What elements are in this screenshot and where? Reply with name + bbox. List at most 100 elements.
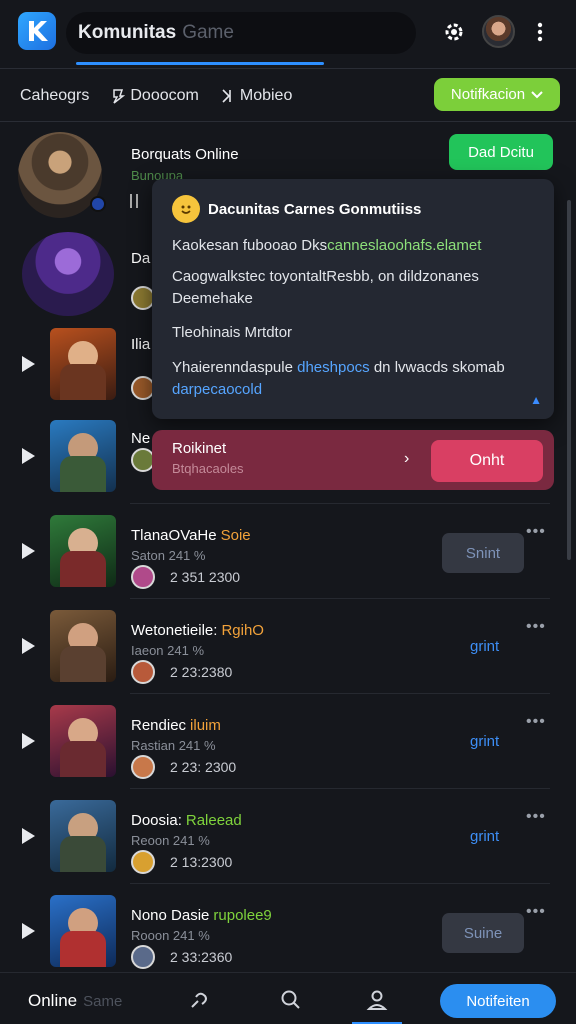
banner-subtitle: Btqhacaoles — [172, 461, 244, 476]
profile-icon[interactable] — [364, 987, 390, 1013]
game-thumbnail[interactable] — [50, 610, 116, 682]
play-icon[interactable] — [22, 828, 35, 844]
chevron-right-icon[interactable]: › — [404, 450, 409, 468]
popover-header: Dacunitas Carnes Gonmutiiss — [172, 195, 421, 223]
row-join-link[interactable]: grint — [470, 638, 499, 655]
play-icon[interactable] — [22, 733, 35, 749]
banner-confirm-button[interactable]: Onht — [431, 440, 543, 482]
row-mini-avatar — [131, 755, 155, 779]
pause-icon[interactable] — [130, 194, 138, 208]
search-icon[interactable] — [278, 987, 304, 1013]
row-title-text: Nono Dasie — [131, 907, 210, 924]
row-stat: 2 13:2300 — [170, 854, 233, 870]
popover-line-4-link[interactable]: dheshpocs — [297, 359, 370, 376]
row-title-accent: Raleead — [185, 812, 242, 829]
row-subtitle: Reoon 241 % — [131, 833, 210, 848]
game-thumbnail[interactable] — [50, 515, 116, 587]
action-banner: Roikinet Btqhacaoles › Onht — [152, 430, 554, 490]
row-mini-avatar — [131, 660, 155, 684]
row-title-text: Doosia: — [131, 812, 182, 829]
bottom-nav-online[interactable]: Online Same — [28, 991, 122, 1011]
row-title-text: TlanaOVaHe — [131, 527, 217, 544]
play-icon[interactable] — [22, 448, 35, 464]
row-mini-avatar — [131, 565, 155, 589]
online-action-button[interactable]: Dad Dcitu — [449, 134, 553, 170]
settings-gear-icon[interactable] — [440, 18, 468, 46]
notification-button[interactable]: Notifkacion — [434, 78, 560, 111]
expand-arrow-icon[interactable]: ▲ — [530, 393, 542, 407]
bottom-nav-button-label: Notifeiten — [466, 992, 530, 1010]
search-title: Komunitas — [78, 22, 177, 43]
bottom-nav-online-placeholder: Same — [83, 993, 123, 1010]
filter-item-3-icon — [222, 89, 231, 103]
featured-avatar-2[interactable] — [22, 232, 114, 316]
chevron-down-icon — [531, 90, 543, 98]
more-horizontal-icon[interactable]: ••• — [526, 618, 546, 636]
game-thumbnail[interactable] — [50, 328, 116, 400]
row-join-link[interactable]: grint — [470, 828, 499, 845]
community-popover: Dacunitas Carnes Gonmutiiss Kaokesan fub… — [152, 179, 554, 419]
row-join-button[interactable]: Suine — [442, 913, 524, 953]
filter-categories-label: Caheogrs — [20, 87, 90, 104]
play-icon[interactable] — [22, 638, 35, 654]
filter-categories[interactable]: Caheogrs — [20, 87, 89, 105]
bottom-nav-button[interactable]: Notifeiten — [440, 984, 556, 1018]
notification-button-label: Notifkacion — [450, 86, 526, 103]
more-vertical-icon[interactable] — [526, 18, 554, 46]
row-divider — [130, 883, 550, 884]
row-subtitle: Rooon 241 % — [131, 928, 210, 943]
row-title[interactable]: Rendiec iluim — [131, 717, 221, 734]
row-title[interactable]: Doosia: Raleead — [131, 812, 242, 829]
popover-line-2-text-b: Deemehake — [172, 290, 253, 307]
banner-title: Roikinet — [172, 440, 227, 457]
more-horizontal-icon[interactable]: ••• — [526, 903, 546, 921]
search-placeholder: Game — [182, 22, 234, 43]
row-mini-avatar — [131, 850, 155, 874]
app-logo-icon[interactable] — [18, 12, 56, 50]
row-subtitle: Saton 241 % — [131, 548, 206, 563]
game-thumbnail[interactable] — [50, 895, 116, 967]
filter-item-3[interactable]: Mobieo — [221, 87, 292, 105]
row-title[interactable]: Wetonetieile: RgihO — [131, 622, 264, 639]
row-title-accent: Soie — [220, 527, 251, 544]
scrollbar[interactable] — [567, 200, 571, 560]
more-horizontal-icon[interactable]: ••• — [526, 523, 546, 541]
row-stat: 2 351 2300 — [170, 569, 241, 585]
row-divider — [130, 503, 550, 504]
row-stat: 2 23: 2300 — [170, 759, 237, 775]
featured-title-1[interactable]: Borquats Online — [131, 146, 239, 163]
link-icon[interactable] — [186, 987, 212, 1013]
game-thumbnail[interactable] — [50, 420, 116, 492]
search-bar[interactable]: Komunitas Game — [66, 12, 416, 54]
row-mini-avatar — [131, 945, 155, 969]
header-divider — [0, 68, 576, 69]
user-avatar[interactable] — [482, 15, 515, 48]
play-icon[interactable] — [22, 923, 35, 939]
play-icon[interactable] — [22, 356, 35, 372]
more-horizontal-icon[interactable]: ••• — [526, 713, 546, 731]
filter-item-2-icon — [113, 89, 126, 104]
row-join-button[interactable]: Snint — [442, 533, 524, 573]
filter-item-2[interactable]: Dooocom — [111, 87, 199, 105]
popover-line-1: Kaokesan fubooao Dkscanneslaoohafs.elame… — [172, 235, 481, 257]
row-title[interactable]: Nono Dasie rupolee9 — [131, 907, 272, 924]
row-title-text: Wetonetieile: — [131, 622, 218, 639]
row-title-accent: iluim — [190, 717, 221, 734]
play-icon[interactable] — [22, 543, 35, 559]
popover-line-1-link[interactable]: canneslaoohafs.elamet — [327, 237, 481, 254]
row-title-partial-2[interactable]: Ne — [131, 430, 150, 447]
game-thumbnail[interactable] — [50, 800, 116, 872]
row-title[interactable]: TlanaOVaHe Soie — [131, 527, 251, 544]
row-join-link[interactable]: grint — [470, 733, 499, 750]
more-horizontal-icon[interactable]: ••• — [526, 808, 546, 826]
popover-line-4-link-d[interactable]: darpecaocold — [172, 381, 262, 398]
featured-title-2[interactable]: Da — [131, 250, 150, 267]
filter-item-3-label: Mobieo — [239, 87, 293, 104]
smiley-emoji-icon — [172, 195, 200, 223]
bottom-nav-online-label: Online — [28, 991, 78, 1010]
row-title-partial-1[interactable]: Ilia — [131, 336, 150, 353]
row-divider — [130, 598, 550, 599]
bottom-nav: Online Same Notifeiten — [0, 972, 576, 1024]
game-thumbnail[interactable] — [50, 705, 116, 777]
popover-line-1-text: Kaokesan fubooao Dks — [172, 237, 328, 254]
